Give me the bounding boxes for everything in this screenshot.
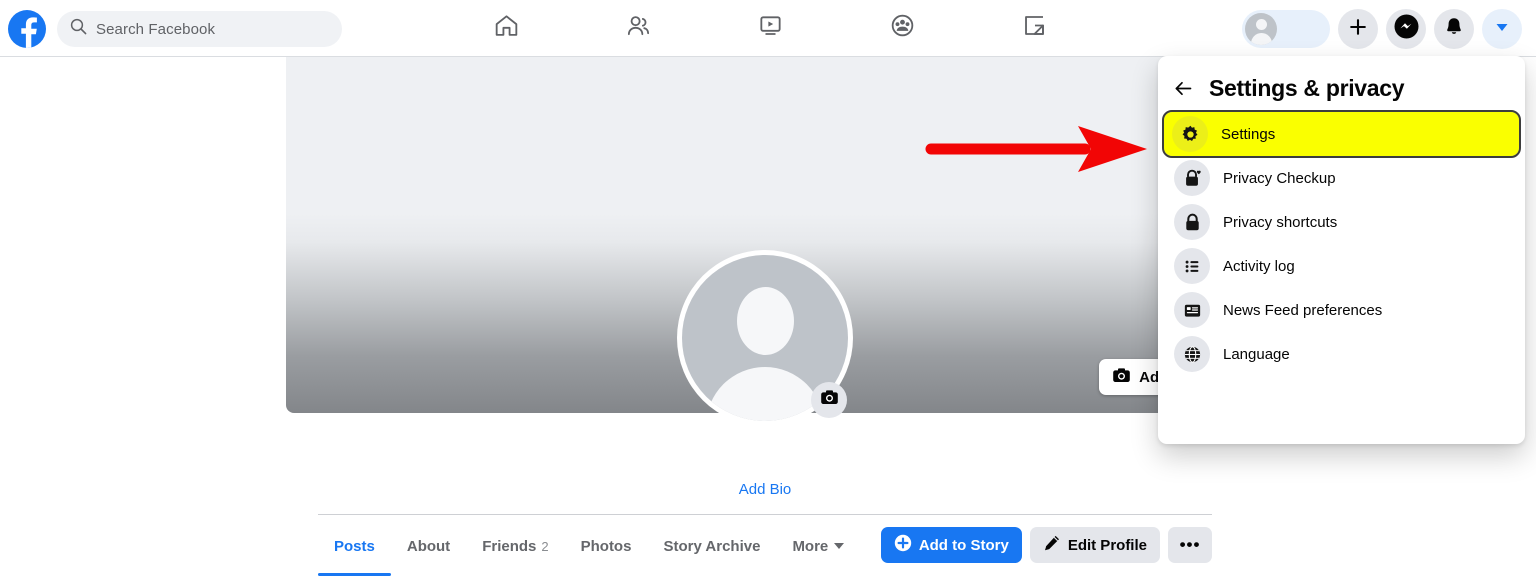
messenger-button[interactable] bbox=[1386, 9, 1426, 49]
plus-circle-icon bbox=[894, 534, 912, 556]
tab-more-label: More bbox=[792, 537, 829, 555]
avatar-icon bbox=[1245, 13, 1277, 45]
tab-more[interactable]: More bbox=[776, 516, 860, 576]
menu-item-privacy-shortcuts-label: Privacy shortcuts bbox=[1223, 213, 1338, 231]
settings-privacy-dropdown: Settings & privacy Settings Privacy Chec… bbox=[1158, 56, 1525, 444]
chevron-down-icon bbox=[1492, 17, 1512, 42]
tab-story-archive[interactable]: Story Archive bbox=[647, 516, 776, 576]
menu-item-activity-log[interactable]: Activity log bbox=[1166, 244, 1517, 288]
tab-photos[interactable]: Photos bbox=[565, 516, 648, 576]
create-button[interactable] bbox=[1338, 9, 1378, 49]
tab-about-label: About bbox=[406, 537, 451, 555]
profile-action-buttons: Add to Story Edit Profile ••• bbox=[880, 527, 1212, 563]
nav-tab-home[interactable] bbox=[452, 4, 560, 52]
tab-friends-label: Friends bbox=[482, 537, 537, 555]
edit-profile-button[interactable]: Edit Profile bbox=[1029, 527, 1160, 563]
profile-avatar[interactable] bbox=[677, 250, 853, 426]
pencil-icon bbox=[1043, 534, 1061, 556]
account-controls bbox=[1242, 9, 1522, 49]
more-options-label: ••• bbox=[1179, 535, 1201, 554]
tab-friends-count: 2 bbox=[541, 538, 549, 554]
menu-item-settings-label: Settings bbox=[1221, 125, 1276, 143]
tab-story-archive-label: Story Archive bbox=[663, 537, 761, 555]
globe-icon bbox=[1174, 336, 1210, 372]
more-options-button[interactable]: ••• bbox=[1168, 527, 1212, 563]
bell-icon bbox=[1443, 16, 1465, 43]
menu-item-privacy-checkup[interactable]: Privacy Checkup bbox=[1166, 156, 1517, 200]
arrow-left-icon[interactable] bbox=[1172, 77, 1194, 99]
gaming-icon bbox=[1021, 12, 1048, 44]
tab-photos-label: Photos bbox=[580, 537, 632, 555]
tab-friends[interactable]: Friends 2 bbox=[466, 516, 564, 576]
add-to-story-label: Add to Story bbox=[918, 536, 1009, 554]
menu-item-privacy-shortcuts[interactable]: Privacy shortcuts bbox=[1166, 200, 1517, 244]
messenger-icon bbox=[1394, 14, 1419, 44]
list-icon bbox=[1174, 248, 1210, 284]
chevron-down-icon bbox=[834, 543, 845, 549]
nav-tab-gaming[interactable] bbox=[980, 4, 1088, 52]
menu-item-privacy-checkup-label: Privacy Checkup bbox=[1223, 169, 1336, 187]
menu-item-language-label: Language bbox=[1223, 345, 1290, 363]
tab-posts[interactable]: Posts bbox=[318, 516, 391, 576]
home-icon bbox=[493, 12, 520, 44]
profile-pill[interactable] bbox=[1242, 10, 1330, 48]
facebook-logo-icon[interactable] bbox=[8, 10, 46, 48]
change-avatar-camera-button[interactable] bbox=[811, 382, 847, 418]
main-navigation-tabs bbox=[440, 0, 1100, 56]
edit-profile-label: Edit Profile bbox=[1067, 536, 1147, 554]
profile-tabbar: Posts About Friends 2 Photos Story Archi… bbox=[318, 515, 1212, 577]
news-feed-icon bbox=[1174, 292, 1210, 328]
nav-tab-friends[interactable] bbox=[584, 4, 692, 52]
menu-item-news-feed-preferences-label: News Feed preferences bbox=[1223, 301, 1383, 319]
add-to-story-button[interactable]: Add to Story bbox=[880, 527, 1022, 563]
watch-video-icon bbox=[757, 12, 784, 44]
search-icon bbox=[70, 18, 87, 40]
dropdown-title: Settings & privacy bbox=[1209, 74, 1405, 101]
nav-tab-groups[interactable] bbox=[848, 4, 956, 52]
tab-about[interactable]: About bbox=[391, 516, 466, 576]
gear-icon bbox=[1172, 116, 1208, 152]
dropdown-header: Settings & privacy bbox=[1166, 64, 1517, 112]
menu-item-language[interactable]: Language bbox=[1166, 332, 1517, 376]
notifications-button[interactable] bbox=[1434, 9, 1474, 49]
groups-icon bbox=[889, 12, 916, 44]
menu-item-settings[interactable]: Settings bbox=[1162, 110, 1521, 158]
search-input[interactable]: Search Facebook bbox=[57, 11, 342, 47]
camera-icon bbox=[1112, 366, 1131, 389]
account-menu-button[interactable] bbox=[1482, 9, 1522, 49]
avatar-shoulders bbox=[706, 367, 824, 421]
nav-tab-watch[interactable] bbox=[716, 4, 824, 52]
add-bio-link[interactable]: Add Bio bbox=[286, 481, 1244, 498]
menu-item-activity-log-label: Activity log bbox=[1223, 257, 1295, 275]
top-navigation-bar: Search Facebook bbox=[0, 0, 1536, 57]
search-placeholder: Search Facebook bbox=[96, 20, 216, 38]
menu-item-news-feed-preferences[interactable]: News Feed preferences bbox=[1166, 288, 1517, 332]
lock-heart-icon bbox=[1174, 160, 1210, 196]
friends-icon bbox=[625, 12, 652, 44]
tab-posts-label: Posts bbox=[334, 537, 375, 555]
plus-icon bbox=[1348, 17, 1368, 42]
avatar-head bbox=[736, 287, 794, 355]
lock-icon bbox=[1174, 204, 1210, 240]
camera-icon bbox=[820, 388, 839, 412]
